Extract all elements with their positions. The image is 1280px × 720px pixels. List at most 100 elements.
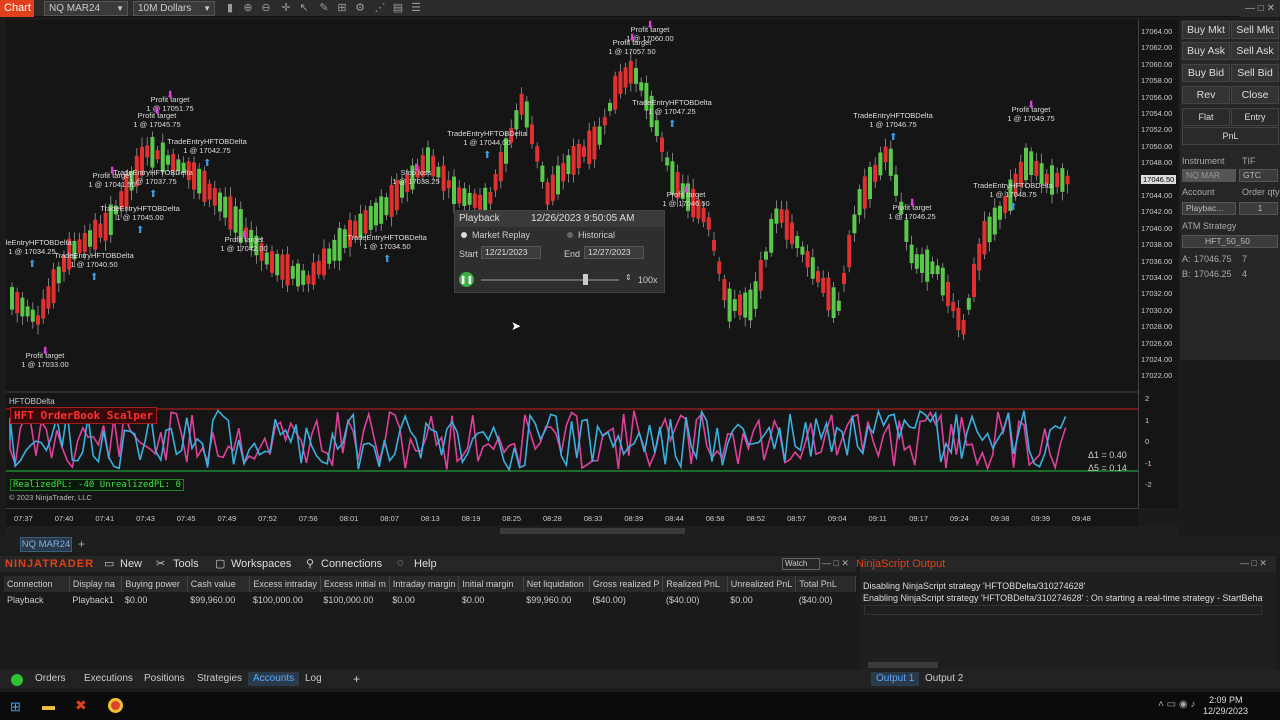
atm-strategy-select[interactable]: HFT_50_50 bbox=[1182, 235, 1278, 248]
tab-log[interactable]: Log bbox=[305, 672, 322, 686]
buy-market-button[interactable]: Buy Mkt bbox=[1182, 21, 1230, 39]
account-select[interactable]: Playbac... bbox=[1182, 202, 1236, 215]
add-chart-tab-button[interactable]: + bbox=[78, 537, 85, 551]
chart-tab-nq-mar24[interactable]: NQ MAR24 bbox=[20, 537, 72, 552]
candle-body bbox=[530, 124, 534, 145]
menu-workspaces[interactable]: Workspaces bbox=[231, 558, 291, 570]
time-tick-label: 08:01 bbox=[339, 514, 359, 523]
playback-datetime: 12/26/2023 9:50:05 AM bbox=[531, 213, 635, 224]
end-date-picker[interactable]: 12/27/2023 bbox=[584, 246, 644, 259]
col-header[interactable]: Display na bbox=[69, 576, 123, 592]
chart-panel[interactable]: TradeEntryHFTOBDelta1 @ 17034.25⬆Profit … bbox=[0, 20, 1138, 508]
sell-market-button[interactable]: Sell Mkt bbox=[1231, 21, 1279, 39]
time-axis[interactable]: 07:37 07:40 07:41 07:43 07:45 07:49 07:52 07:56… bbox=[6, 508, 1138, 526]
file-explorer-icon[interactable]: ▬ bbox=[42, 698, 55, 713]
tab-orders[interactable]: Orders bbox=[35, 672, 66, 686]
menu-new[interactable]: New bbox=[120, 558, 142, 570]
menu-connections[interactable]: Connections bbox=[321, 558, 382, 570]
output-window-buttons[interactable]: — □ ✕ bbox=[1240, 558, 1267, 569]
window-buttons[interactable]: — □ ✕ bbox=[822, 558, 849, 569]
col-header[interactable]: Total PnL bbox=[795, 576, 856, 592]
col-header[interactable]: Realized PnL bbox=[662, 576, 728, 592]
playback-speed-track[interactable] bbox=[481, 279, 619, 281]
buy-ask-button[interactable]: Buy Ask bbox=[1182, 42, 1230, 60]
price-axis[interactable]: 17064.00 17062.00 17060.00 17058.00 17056.00… bbox=[1138, 20, 1178, 508]
instrument-field[interactable]: NQ MAR bbox=[1182, 169, 1236, 182]
tab-strategies[interactable]: Strategies bbox=[197, 672, 242, 686]
templates-icon[interactable]: ▤ bbox=[392, 2, 404, 14]
table-row[interactable]: Playback Playback1 $0.00 $99,960.00 $100… bbox=[4, 592, 856, 608]
speed-stepper-icon[interactable]: ⇕ bbox=[625, 273, 632, 282]
drawing-tools-icon[interactable]: ⋰ bbox=[374, 2, 386, 14]
output-titlebar[interactable]: NinjaScript Output — □ ✕ bbox=[856, 556, 1276, 572]
col-header[interactable]: Excess intraday bbox=[249, 576, 321, 592]
time-tick-label: 08:57 bbox=[787, 514, 806, 523]
market-replay-radio[interactable] bbox=[461, 232, 467, 238]
trade-annotation-label: TradeEntryHFTOBDelta bbox=[167, 137, 247, 146]
tab-positions[interactable]: Positions bbox=[144, 672, 185, 686]
candle-body bbox=[488, 191, 493, 204]
ninjatrader-app-icon[interactable]: ✖ bbox=[75, 697, 87, 714]
crosshair-icon[interactable]: ✛ bbox=[280, 2, 292, 14]
buy-bid-button[interactable]: Buy Bid bbox=[1182, 64, 1230, 82]
col-header[interactable]: Cash value bbox=[187, 576, 251, 592]
tab-output-2[interactable]: Output 2 bbox=[925, 672, 963, 686]
output-scrollbar[interactable] bbox=[868, 662, 938, 668]
tab-output-1[interactable]: Output 1 bbox=[871, 672, 920, 686]
indicators-icon[interactable]: ⊞ bbox=[336, 2, 348, 14]
output-title: NinjaScript Output bbox=[856, 558, 946, 570]
menu-help[interactable]: Help bbox=[414, 558, 437, 570]
watch-button[interactable]: Watch bbox=[782, 558, 820, 570]
candle-body bbox=[992, 207, 997, 235]
zoom-out-icon[interactable]: ⊖ bbox=[260, 2, 272, 14]
entry-arrow-icon: ⬆ bbox=[149, 189, 157, 200]
playback-titlebar[interactable]: Playback 12/26/2023 9:50:05 AM bbox=[455, 211, 664, 227]
bid-price: 17046.25 bbox=[1194, 269, 1232, 279]
menu-tools[interactable]: Tools bbox=[173, 558, 199, 570]
start-date-picker[interactable]: 12/21/2023 bbox=[481, 246, 541, 259]
reverse-button[interactable]: Rev bbox=[1182, 86, 1230, 104]
historical-radio[interactable] bbox=[567, 232, 573, 238]
tif-select[interactable]: GTC bbox=[1239, 169, 1278, 182]
window-controls[interactable]: — □ ✕ bbox=[1240, 0, 1280, 17]
col-header[interactable]: Excess initial m bbox=[320, 576, 390, 592]
sell-ask-button[interactable]: Sell Ask bbox=[1231, 42, 1279, 60]
sell-bid-button[interactable]: Sell Bid bbox=[1231, 64, 1279, 82]
pointer-icon[interactable]: ↖ bbox=[298, 2, 310, 14]
properties-icon[interactable]: ☰ bbox=[410, 2, 422, 14]
draw-icon[interactable]: ✎ bbox=[318, 2, 330, 14]
col-header[interactable]: Net liquidation bbox=[523, 576, 590, 592]
candle-body bbox=[623, 67, 628, 88]
col-header[interactable]: Initial margin bbox=[458, 576, 524, 592]
bar-type-selector[interactable]: 10M Dollars ▼ bbox=[133, 1, 215, 16]
chrome-icon[interactable] bbox=[108, 698, 123, 713]
col-header[interactable]: Unrealized PnL bbox=[727, 576, 797, 592]
add-tab-button[interactable]: + bbox=[353, 672, 360, 686]
close-position-button[interactable]: Close bbox=[1231, 86, 1279, 104]
bar-type-icon[interactable]: ▮ bbox=[224, 2, 236, 14]
col-header[interactable]: Connection bbox=[4, 576, 70, 592]
strategies-icon[interactable]: ⚙ bbox=[354, 2, 366, 14]
pause-button[interactable]: ❚❚ bbox=[459, 272, 474, 287]
output-line: Disabling NinjaScript strategy 'HFTOBDel… bbox=[863, 581, 1086, 591]
col-header[interactable]: Buying power bbox=[121, 576, 188, 592]
chart-scrollbar[interactable] bbox=[6, 526, 1178, 536]
col-header[interactable]: Intraday margin bbox=[389, 576, 460, 592]
candle-body bbox=[795, 235, 800, 249]
cell: Playback bbox=[7, 595, 44, 605]
chart-scrollbar-thumb[interactable] bbox=[500, 528, 685, 534]
order-qty-field[interactable]: 1 bbox=[1239, 202, 1278, 215]
price-tick-label: 17030.00 bbox=[1141, 305, 1173, 315]
tab-executions[interactable]: Executions bbox=[84, 672, 133, 686]
windows-start-icon[interactable]: ⊞ bbox=[10, 699, 21, 715]
playback-dialog[interactable]: Playback 12/26/2023 9:50:05 AM Market Re… bbox=[454, 210, 665, 293]
col-header[interactable]: Gross realized P bbox=[589, 576, 664, 592]
candle-body bbox=[582, 146, 586, 157]
instrument-selector[interactable]: NQ MAR24 ▼ bbox=[44, 1, 128, 16]
system-tray-icons[interactable]: ˄ ▭ ◉ ♪ bbox=[1158, 699, 1195, 710]
zoom-in-icon[interactable]: ⊕ bbox=[242, 2, 254, 14]
tab-accounts[interactable]: Accounts bbox=[248, 672, 300, 686]
chart-window-tab[interactable]: Chart bbox=[0, 0, 34, 17]
playback-speed-slider[interactable] bbox=[582, 274, 588, 285]
output-filter-bar[interactable] bbox=[864, 605, 1262, 615]
